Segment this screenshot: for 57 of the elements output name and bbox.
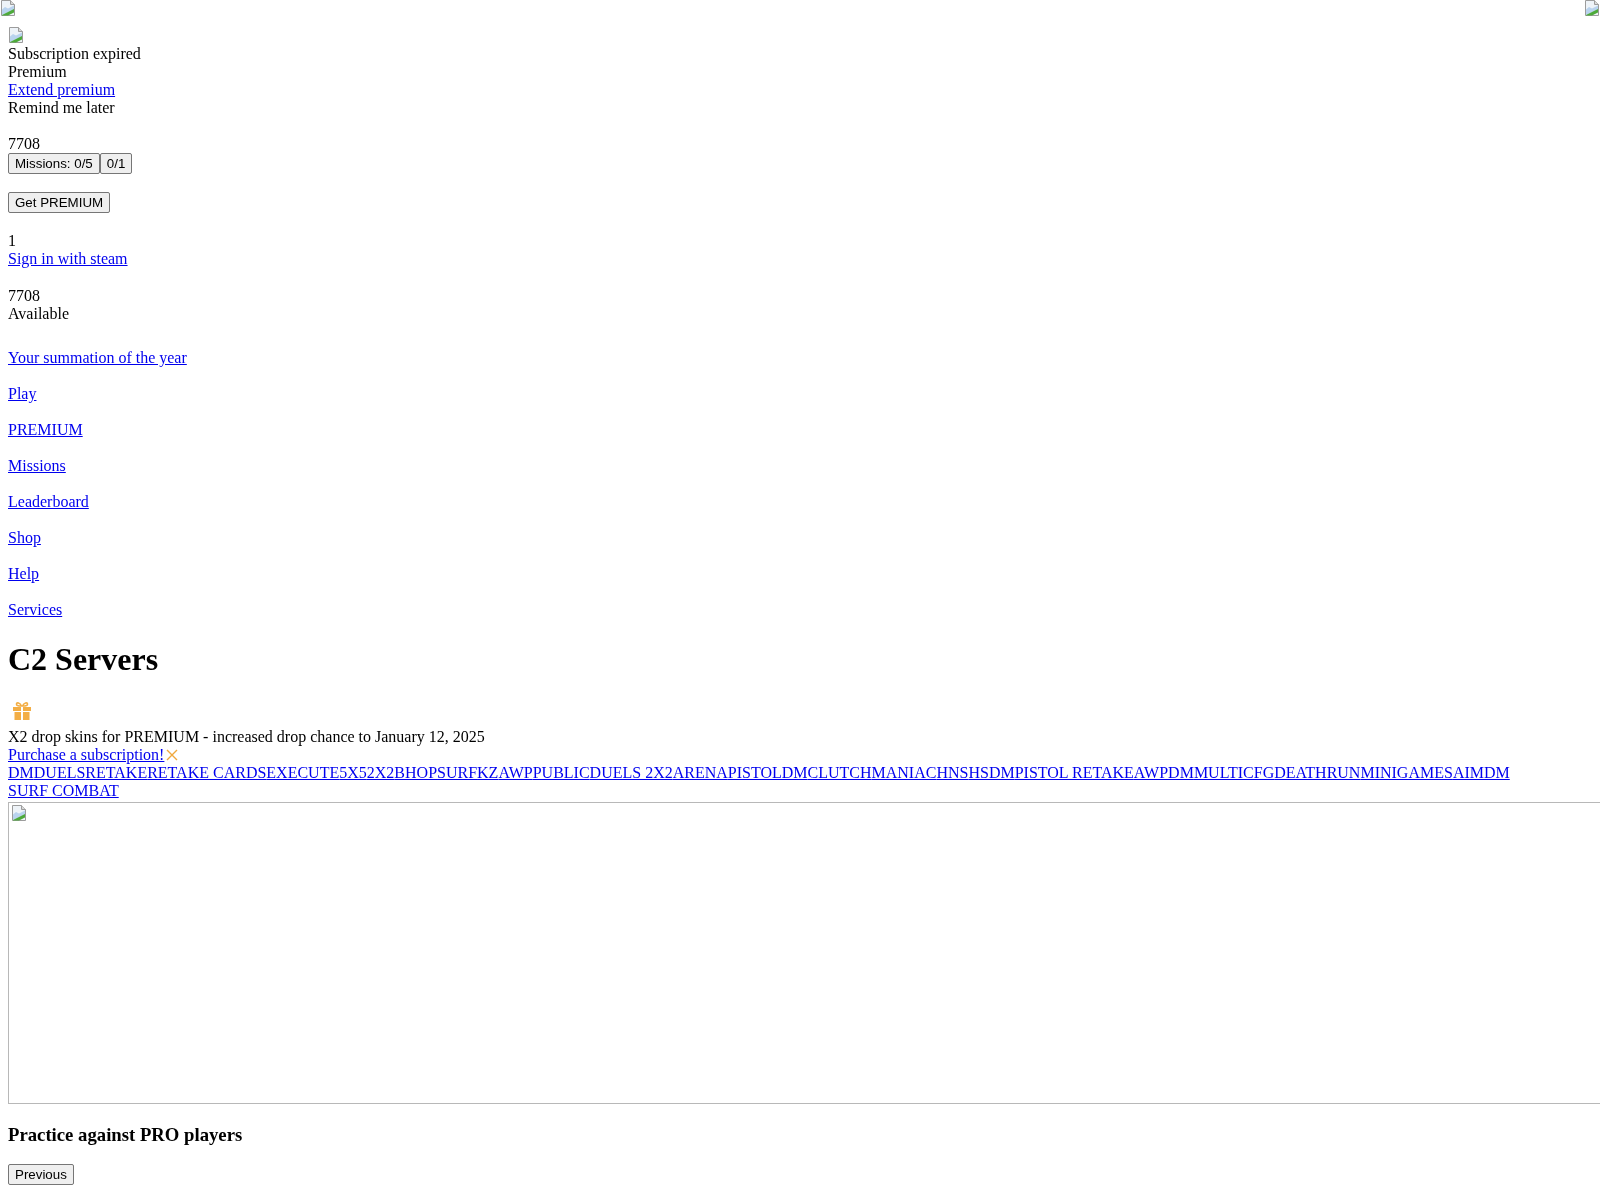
promo-text: X2 drop skins for PREMIUM - increased drop chance to January 12, 2025 [8, 728, 486, 746]
missions-button[interactable]: Missions: 0/5 [8, 153, 100, 174]
mode-link[interactable]: DEATHRUN [1274, 764, 1361, 782]
notice-title: Subscription expired [8, 45, 142, 63]
nav-link[interactable]: Play [8, 385, 37, 403]
balance-text: 7708 [8, 135, 41, 153]
mode-link[interactable]: AWPDM [1133, 764, 1194, 782]
broken-image-icon [11, 805, 27, 821]
mode-link[interactable]: MANIAC [871, 764, 937, 782]
broken-image-icon [1584, 0, 1600, 16]
mode-link[interactable]: DUELS [33, 764, 86, 782]
slide-title: Practice against PRO players [8, 1124, 244, 1146]
mode-link[interactable]: PISTOL RETAKE [1014, 764, 1134, 782]
mode-link[interactable]: PISTOLDM [727, 764, 808, 782]
mode-link[interactable]: AWP [498, 764, 533, 782]
page-title: C2 Servers [8, 641, 160, 678]
mode-link[interactable]: AIMDM [1452, 764, 1510, 782]
wallet-label: Available [8, 305, 70, 323]
mode-link[interactable]: BHOP [394, 764, 438, 782]
mode-link[interactable]: HSDM [968, 764, 1015, 782]
mode-link[interactable]: PUBLIC [532, 764, 590, 782]
plan-label: Premium [8, 63, 68, 81]
wallet-amount: 7708 [8, 287, 41, 305]
mode-link[interactable]: SURF [437, 764, 478, 782]
nav-link[interactable]: Missions [8, 457, 66, 475]
gift-icon [12, 701, 32, 720]
nav-link[interactable]: PREMIUM [8, 421, 83, 439]
mode-link[interactable]: KZ [477, 764, 499, 782]
remind-later-text[interactable]: Remind me later [8, 99, 1592, 117]
broken-image-icon [0, 0, 16, 16]
mode-link[interactable]: MINIGAMES [1360, 764, 1453, 782]
sign-in-link[interactable]: Sign in with steam [8, 250, 128, 268]
count-text: 1 [8, 232, 17, 250]
nav-link[interactable]: Services [8, 601, 63, 619]
mode-link[interactable]: RETAKE CARDS [147, 764, 267, 782]
mode-link[interactable]: ARENA [672, 764, 728, 782]
close-icon[interactable] [166, 749, 179, 761]
get-premium-button[interactable]: Get PREMIUM [8, 192, 111, 213]
nav-link[interactable]: Help [8, 565, 40, 583]
previous-button[interactable]: Previous [8, 1164, 74, 1185]
purchase-link[interactable]: Purchase a subscription! [8, 746, 165, 764]
mode-link[interactable]: RETAKE [85, 764, 148, 782]
mode-link[interactable]: HNS [936, 764, 969, 782]
mode-link[interactable]: EXECUTE [266, 764, 340, 782]
mode-link[interactable]: DM [8, 764, 34, 782]
broken-image-icon [8, 27, 24, 43]
mode-link[interactable]: 5X5 [339, 764, 367, 782]
extend-premium-link[interactable]: Extend premium [8, 81, 116, 99]
mode-link[interactable]: DUELS 2X2 [589, 764, 673, 782]
mode-link[interactable]: CLUTCH [807, 764, 872, 782]
daily-button[interactable]: 0/1 [99, 153, 133, 174]
nav-link[interactable]: Your summation of the year [8, 349, 187, 367]
mode-link[interactable]: MULTICFG [1193, 764, 1275, 782]
nav-link[interactable]: Leaderboard [8, 493, 89, 511]
mode-link[interactable]: 2X2 [366, 764, 395, 782]
mode-link[interactable]: SURF COMBAT [8, 782, 119, 800]
nav-link[interactable]: Shop [8, 529, 41, 547]
